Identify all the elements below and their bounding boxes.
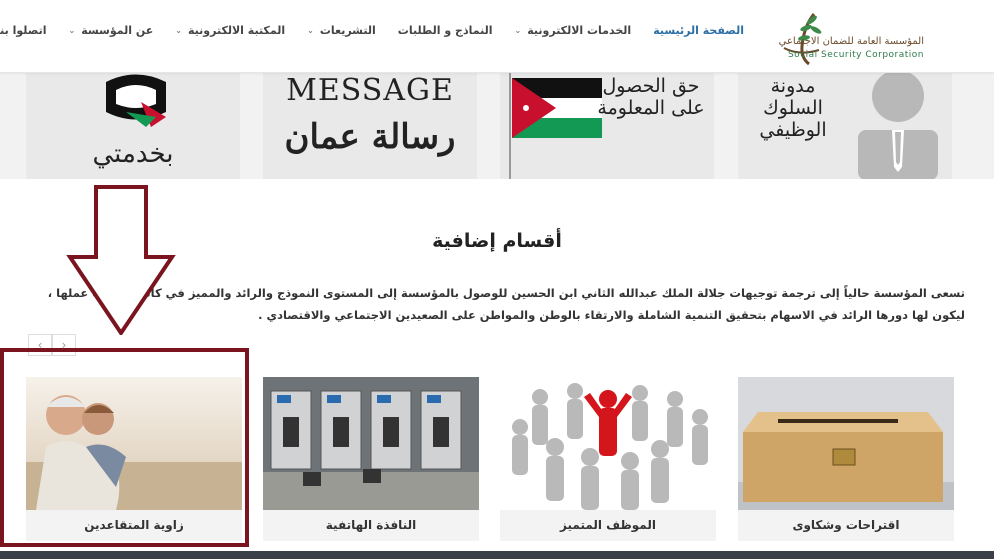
dialog-bubble-icon	[106, 74, 166, 127]
logo-arabic-text: المؤسسة العامة للضمان الاجتماعي	[778, 36, 924, 47]
figures-photo	[500, 377, 716, 510]
card-label: اقتراحات وشكاوى	[738, 510, 954, 541]
banner-right-to-info[interactable]: حق الحصول على المعلومة	[500, 72, 714, 179]
nav-forms[interactable]: النماذج و الطلبات	[398, 24, 493, 37]
logo[interactable]: المؤسسة العامة للضمان الاجتماعي Social S…	[779, 6, 974, 66]
nav-legislation[interactable]: التشريعات ⌄	[307, 24, 376, 37]
nav-about[interactable]: عن المؤسسة ⌄	[68, 24, 153, 37]
chevron-down-icon: ⌄	[307, 26, 314, 35]
person-silhouette-icon	[858, 72, 938, 179]
banner-code-of-conduct-text: مدونة السلوك الوظيفي	[759, 75, 827, 141]
nav-eservices[interactable]: الخدمات الالكترونية ⌄	[515, 24, 632, 37]
banner-bikhidmati[interactable]: بخدمتي	[26, 72, 240, 179]
banner-code-of-conduct[interactable]: مدونة السلوك الوظيفي	[738, 72, 952, 179]
logo-english-text: Social Security Corporation	[787, 50, 924, 60]
banner-strip: بخدمتي MESSAGE رسالة عمان حق الحصول على …	[0, 72, 994, 179]
chevron-down-icon: ⌄	[175, 26, 182, 35]
footer-strip	[0, 551, 994, 559]
nav-contact-label: اتصلوا بنا	[0, 24, 47, 37]
banner-message-en: MESSAGE	[286, 73, 454, 108]
nav-forms-label: النماذج و الطلبات	[397, 24, 493, 37]
nav-elibrary-label: المكتبة الالكترونية	[188, 24, 286, 37]
card-outstanding-employee[interactable]: الموظف المتميز	[500, 377, 716, 541]
highlight-box	[0, 348, 249, 547]
card-label: النافذة الهاتفية	[263, 510, 479, 541]
nav-eservices-label: الخدمات الالكترونية	[527, 24, 632, 37]
site-header: المؤسسة العامة للضمان الاجتماعي Social S…	[0, 0, 994, 73]
down-arrow-icon	[66, 185, 176, 335]
suggestion-box-photo	[738, 377, 954, 510]
nav-about-label: عن المؤسسة	[81, 24, 154, 37]
banner-bikhidmati-text: بخدمتي	[92, 139, 174, 169]
payphones-photo	[263, 377, 479, 510]
banner-right-to-info-text: حق الحصول على المعلومة	[597, 75, 705, 119]
jordan-flag-icon	[509, 72, 602, 179]
banner-amman-message[interactable]: MESSAGE رسالة عمان	[263, 72, 477, 179]
card-label: الموظف المتميز	[500, 510, 716, 541]
nav-legislation-label: التشريعات	[319, 24, 376, 37]
banner-message-ar: رسالة عمان	[284, 117, 456, 157]
card-suggestions-complaints[interactable]: اقتراحات وشكاوى	[738, 377, 954, 541]
main-nav: الصفحة الرئيسية الخدمات الالكترونية ⌄ ال…	[0, 24, 744, 37]
nav-contact[interactable]: اتصلوا بنا ⌄	[0, 24, 46, 37]
card-phone-window[interactable]: النافذة الهاتفية	[263, 377, 479, 541]
chevron-down-icon: ⌄	[514, 26, 522, 35]
nav-home[interactable]: الصفحة الرئيسية	[653, 24, 744, 37]
chevron-down-icon: ⌄	[68, 26, 76, 35]
nav-home-label: الصفحة الرئيسية	[653, 24, 744, 37]
nav-elibrary[interactable]: المكتبة الالكترونية ⌄	[175, 24, 285, 37]
